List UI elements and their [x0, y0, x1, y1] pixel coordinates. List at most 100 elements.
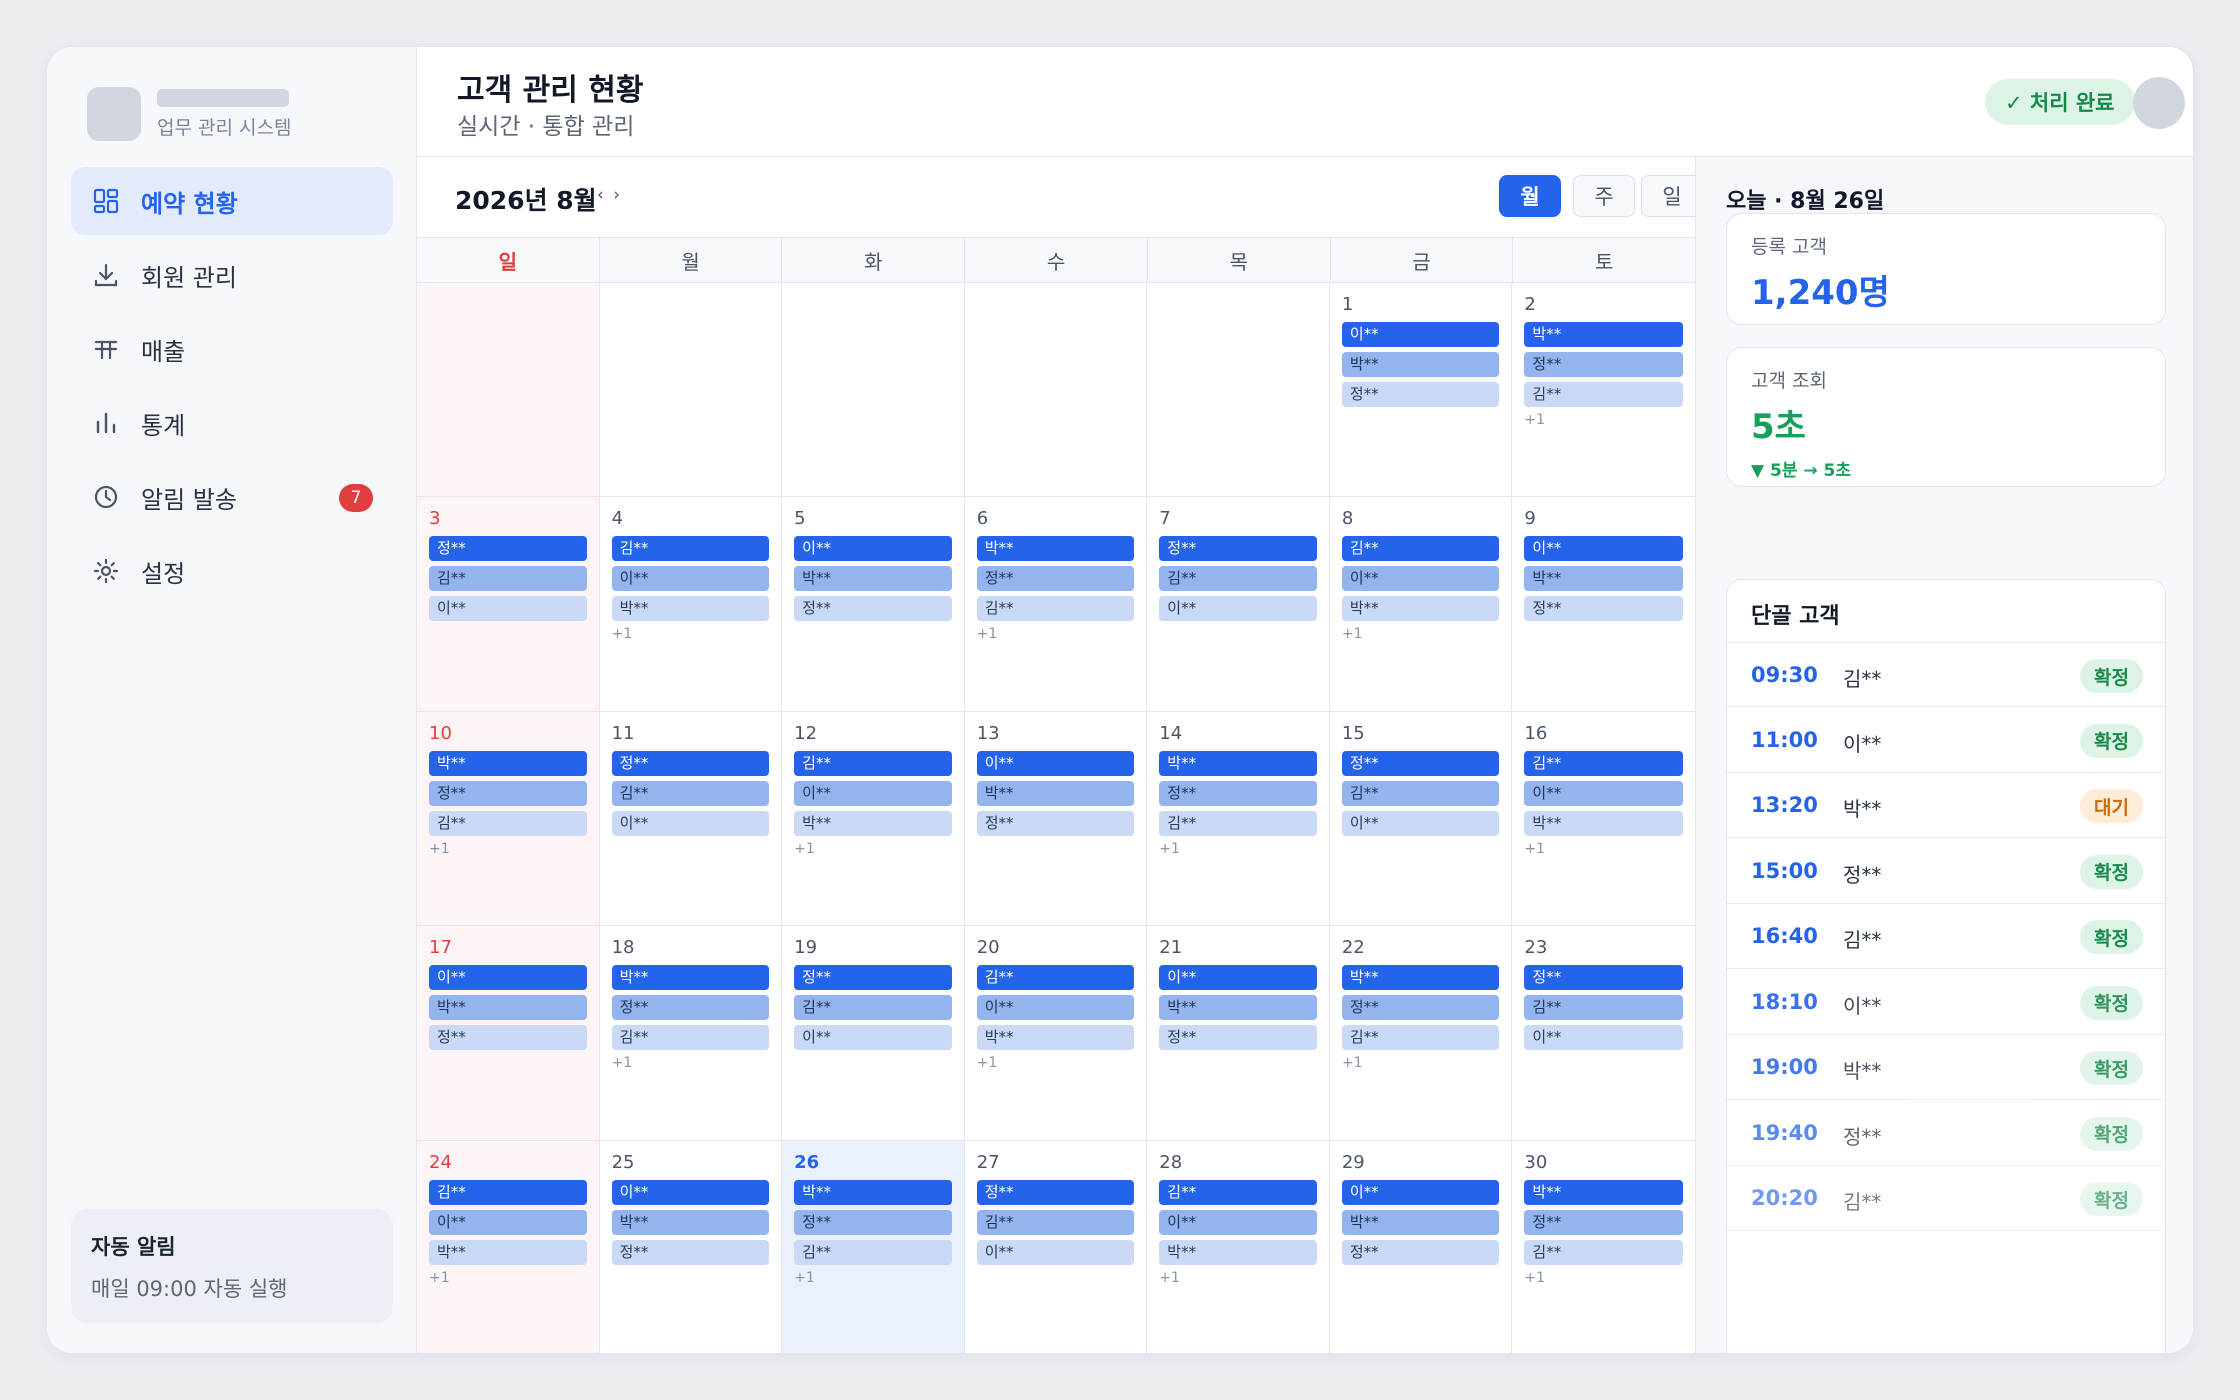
calendar-day-cell[interactable]: 6 박** 정** 김** +1 — [964, 497, 1148, 712]
calendar-event[interactable]: 정** — [611, 750, 770, 776]
calendar-event[interactable]: 김** — [1524, 750, 1683, 776]
calendar-day-cell[interactable]: 18 박** 정** 김** +1 — [599, 926, 783, 1141]
calendar-event[interactable]: 박** — [976, 1025, 1135, 1051]
calendar-event[interactable]: 김** — [429, 810, 587, 836]
list-item[interactable]: 16:40 김** 확정 — [1727, 904, 2165, 969]
calendar-event[interactable]: 이** — [794, 780, 952, 806]
view-day-button[interactable]: 일 — [1641, 175, 1703, 217]
calendar-day-cell[interactable]: 26 박** 정** 김** +1 — [782, 1140, 965, 1353]
calendar-day-cell[interactable]: 4 김** 이** 박** +1 — [599, 497, 783, 712]
more-events-link[interactable]: +1 — [429, 841, 587, 857]
more-events-link[interactable]: +1 — [612, 1055, 770, 1071]
list-item[interactable]: 15:00 정** 확정 — [1727, 839, 2165, 904]
more-events-link[interactable]: +1 — [1159, 1270, 1317, 1286]
calendar-event[interactable]: 김** — [611, 536, 770, 562]
calendar-event[interactable]: 박** — [1159, 995, 1317, 1021]
calendar-event[interactable]: 박** — [1524, 322, 1683, 347]
calendar-day-cell[interactable]: 3 정** 김** 이** — [417, 497, 600, 712]
calendar-day-cell[interactable]: 14 박** 정** 김** +1 — [1147, 711, 1330, 927]
calendar-event[interactable]: 정** — [1524, 352, 1683, 377]
calendar-event[interactable]: 정** — [1524, 965, 1683, 991]
calendar-day-cell[interactable]: 11 정** 김** 이** — [599, 711, 783, 927]
list-item[interactable]: 11:00 이** 확정 — [1727, 708, 2165, 773]
calendar-event[interactable]: 김** — [976, 965, 1135, 991]
calendar-event[interactable]: 김** — [794, 995, 952, 1021]
list-item[interactable]: 18:10 이** 확정 — [1727, 970, 2165, 1035]
calendar-event[interactable]: 이** — [611, 1179, 770, 1205]
calendar-event[interactable]: 김** — [1524, 1239, 1683, 1265]
month-nav-arrows[interactable]: ‹ › — [597, 185, 622, 205]
calendar-event[interactable]: 이** — [611, 810, 770, 836]
calendar-event[interactable]: 박** — [611, 596, 770, 622]
more-events-link[interactable]: +1 — [977, 626, 1135, 642]
calendar-event[interactable]: 이** — [1524, 536, 1683, 562]
calendar-day-cell[interactable]: 8 김** 이** 박** +1 — [1329, 497, 1513, 712]
calendar-event[interactable]: 박** — [429, 995, 587, 1021]
list-item[interactable]: 13:20 박** 대기 — [1727, 773, 2165, 838]
calendar-day-cell[interactable]: 12 김** 이** 박** +1 — [782, 711, 965, 927]
calendar-event[interactable]: 김** — [1159, 566, 1317, 592]
calendar-event[interactable]: 이** — [1524, 1025, 1683, 1051]
calendar-event[interactable]: 김** — [611, 780, 770, 806]
more-events-link[interactable]: +1 — [794, 841, 952, 857]
calendar-day-cell[interactable]: 10 박** 정** 김** +1 — [417, 711, 600, 927]
calendar-day-cell[interactable]: 29 이** 박** 정** — [1330, 1140, 1513, 1353]
calendar-event[interactable]: 박** — [611, 1209, 770, 1235]
calendar-day-cell[interactable]: 16 김** 이** 박** +1 — [1512, 712, 1695, 927]
calendar-day-cell[interactable]: 20 김** 이** 박** +1 — [964, 926, 1148, 1141]
calendar-event[interactable]: 이** — [794, 1025, 952, 1051]
calendar-event[interactable]: 이** — [611, 566, 770, 592]
list-item[interactable]: 19:00 박** 확정 — [1727, 1035, 2165, 1100]
calendar-event[interactable]: 김** — [976, 1209, 1135, 1235]
calendar-event[interactable]: 박** — [1524, 1179, 1683, 1205]
sidebar-item-sales[interactable]: 매출 — [71, 315, 393, 383]
sidebar-item-notifications[interactable]: 알림 발송 7 — [71, 463, 393, 531]
calendar-event[interactable]: 박** — [976, 536, 1135, 562]
list-item[interactable]: 19:40 정** 확정 — [1727, 1101, 2165, 1166]
calendar-event[interactable]: 이** — [1341, 322, 1500, 347]
calendar-event[interactable]: 김** — [1341, 536, 1500, 562]
calendar-event[interactable]: 이** — [1341, 1179, 1500, 1205]
calendar-event[interactable]: 박** — [1341, 965, 1500, 991]
more-events-link[interactable]: +1 — [1524, 412, 1683, 428]
calendar-event[interactable]: 이** — [1524, 780, 1683, 806]
calendar-event[interactable]: 박** — [794, 810, 952, 836]
calendar-day-cell[interactable]: 7 정** 김** 이** — [1147, 497, 1330, 712]
calendar-event[interactable]: 정** — [429, 536, 587, 562]
calendar-event[interactable]: 정** — [1524, 1209, 1683, 1235]
calendar-day-cell[interactable]: 15 정** 김** 이** — [1329, 711, 1513, 927]
more-events-link[interactable]: +1 — [977, 1055, 1135, 1071]
calendar-event[interactable]: 정** — [794, 596, 952, 622]
calendar-day-cell[interactable]: 19 정** 김** 이** — [782, 926, 965, 1141]
more-events-link[interactable]: +1 — [1342, 1055, 1500, 1071]
calendar-event[interactable]: 김** — [1524, 995, 1683, 1021]
calendar-event[interactable]: 김** — [1524, 382, 1683, 407]
calendar-event[interactable]: 이** — [429, 1209, 587, 1235]
calendar-event[interactable]: 박** — [429, 750, 587, 776]
calendar-event[interactable]: 이** — [1341, 566, 1500, 592]
calendar-event[interactable]: 정** — [1341, 382, 1500, 407]
calendar-event[interactable]: 박** — [976, 780, 1135, 806]
calendar-day-cell[interactable]: 25 이** 박** 정** — [600, 1140, 783, 1353]
calendar-event[interactable]: 박** — [611, 965, 770, 991]
more-events-link[interactable]: +1 — [1524, 1270, 1683, 1286]
calendar-event[interactable]: 정** — [1159, 1025, 1317, 1051]
calendar-event[interactable]: 이** — [429, 965, 587, 991]
more-events-link[interactable]: +1 — [429, 1270, 587, 1286]
calendar-event[interactable]: 김** — [1159, 1179, 1317, 1205]
calendar-event[interactable]: 정** — [1159, 780, 1317, 806]
calendar-day-cell[interactable]: 17 이** 박** 정** — [417, 926, 600, 1141]
calendar-event[interactable]: 정** — [794, 1209, 952, 1235]
calendar-event[interactable]: 김** — [429, 1179, 587, 1205]
more-events-link[interactable]: +1 — [1159, 841, 1317, 857]
calendar-event[interactable]: 이** — [1341, 810, 1500, 836]
calendar-event[interactable]: 박** — [1341, 1209, 1500, 1235]
view-week-button[interactable]: 주 — [1573, 175, 1635, 217]
view-month-button[interactable]: 월 — [1499, 175, 1561, 217]
calendar-event[interactable]: 박** — [1159, 750, 1317, 776]
calendar-event[interactable]: 정** — [976, 810, 1135, 836]
calendar-event[interactable]: 박** — [1341, 352, 1500, 377]
calendar-event[interactable]: 이** — [429, 596, 587, 622]
calendar-event[interactable]: 박** — [1159, 1239, 1317, 1265]
calendar-day-cell[interactable]: 23 정** 김** 이** — [1512, 926, 1695, 1141]
